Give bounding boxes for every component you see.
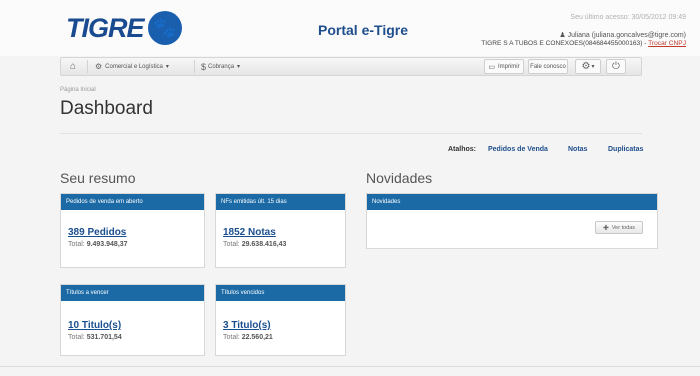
company-name: TIGRE S A TUBOS E CONEXOES(0846844550001… (481, 40, 647, 47)
divider (60, 133, 642, 134)
header: TIGRE 🐾 Portal e-Tigre Seu último acesso… (0, 0, 700, 56)
gear-icon: ⚙ (581, 61, 591, 72)
footer-divider (0, 366, 700, 367)
card-pedidos: Pedidos de venda em aberto 389 Pedidos T… (60, 193, 205, 268)
card-total: Total: 22.560,21 (223, 334, 273, 341)
toolbar: ⌂ ⚙ Comercial e Logística ▾ $ Cobrança ▾… (60, 57, 642, 76)
toolbar-divider (194, 60, 195, 73)
user-icon: ♟ (559, 32, 566, 39)
pedidos-link[interactable]: 389 Pedidos (68, 227, 126, 238)
last-access-text: Seu último acesso: 30/05/2012 09:49 (570, 14, 686, 21)
news-title: Novidades (366, 170, 433, 186)
logout-button[interactable]: ⏻ (606, 59, 626, 74)
card-header: Títulos vencidos (216, 285, 345, 301)
view-all-label: Ver todas (611, 224, 636, 231)
total-label: Total: (68, 241, 85, 248)
power-icon: ⏻ (612, 61, 620, 72)
menu-comercial-label: Comercial e Logística (105, 63, 163, 70)
shortcut-duplicatas[interactable]: Duplicatas (608, 146, 643, 153)
news-header: Novidades (367, 194, 657, 210)
card-total: Total: 29.638.416,43 (223, 241, 286, 248)
card-header: Títulos a vencer (61, 285, 204, 301)
chevron-down-icon: ▾ (237, 64, 241, 70)
menu-comercial[interactable]: ⚙ Comercial e Logística ▾ (95, 58, 169, 75)
total-label: Total: (223, 241, 240, 248)
summary-title: Seu resumo (60, 170, 136, 186)
chevron-down-icon: ▾ (591, 64, 595, 70)
print-label: Imprimir (497, 63, 520, 70)
card-titulos-vencidos: Títulos vencidos 3 Titulo(s) Total: 22.5… (215, 284, 346, 356)
card-titulos-vencer: Títulos a vencer 10 Titulo(s) Total: 531… (60, 284, 205, 356)
titulos-vencer-link[interactable]: 10 Titulo(s) (68, 320, 121, 331)
card-notas: NFs emitidas últ. 15 dias 1852 Notas Tot… (215, 193, 346, 268)
user-info: ♟ Juliana (juliana.goncalves@tigre.com) (559, 31, 686, 39)
page-title: Dashboard (60, 98, 153, 119)
chevron-down-icon: ▾ (165, 64, 169, 70)
company-info: TIGRE S A TUBOS E CONEXOES(0846844550001… (481, 40, 686, 47)
shortcuts-label: Atalhos: (448, 146, 476, 153)
contact-label: Fale conosco (530, 63, 566, 70)
home-button[interactable]: ⌂ (70, 58, 76, 75)
plus-icon: ✚ (602, 224, 609, 232)
dollar-icon: $ (201, 61, 207, 72)
titulos-vencidos-link[interactable]: 3 Titulo(s) (223, 320, 271, 331)
menu-cobranca-label: Cobrança (208, 63, 235, 70)
total-value: 9.493.948,37 (86, 241, 128, 248)
portal-title: Portal e-Tigre (318, 22, 408, 38)
print-button[interactable]: ▭ Imprimir (484, 59, 524, 74)
card-header: NFs emitidas últ. 15 dias (216, 194, 345, 210)
user-name: Juliana (juliana.goncalves@tigre.com) (567, 32, 686, 39)
change-cnpj-link[interactable]: Trocar CNPJ (648, 40, 686, 47)
total-value: 29.638.416,43 (241, 241, 287, 248)
tigre-logo[interactable]: TIGRE 🐾 (66, 10, 182, 46)
tiger-paw-icon: 🐾 (147, 11, 182, 45)
total-value: 531.701,54 (86, 334, 122, 341)
notas-link[interactable]: 1852 Notas (223, 227, 276, 238)
settings-button[interactable]: ⚙ ▾ (575, 59, 601, 74)
shortcut-pedidos[interactable]: Pedidos de Venda (488, 146, 548, 153)
card-header: Pedidos de venda em aberto (61, 194, 204, 210)
home-icon: ⌂ (70, 61, 77, 72)
card-total: Total: 531.701,54 (68, 334, 122, 341)
total-label: Total: (223, 334, 240, 341)
breadcrumb[interactable]: Página Inicial (60, 87, 96, 93)
total-value: 22.560,21 (241, 334, 273, 341)
logo-text: TIGRE (66, 12, 145, 43)
menu-cobranca[interactable]: $ Cobrança ▾ (201, 58, 240, 75)
card-total: Total: 9.493.948,37 (68, 241, 128, 248)
printer-icon: ▭ (488, 63, 495, 71)
contact-button[interactable]: Fale conosco (528, 59, 568, 74)
total-label: Total: (68, 334, 85, 341)
view-all-button[interactable]: ✚ Ver todas (595, 221, 643, 234)
toolbar-divider (87, 60, 88, 73)
shortcut-notas[interactable]: Notas (568, 146, 587, 153)
comercial-icon: ⚙ (95, 62, 103, 71)
news-panel: Novidades ✚ Ver todas (366, 193, 658, 249)
